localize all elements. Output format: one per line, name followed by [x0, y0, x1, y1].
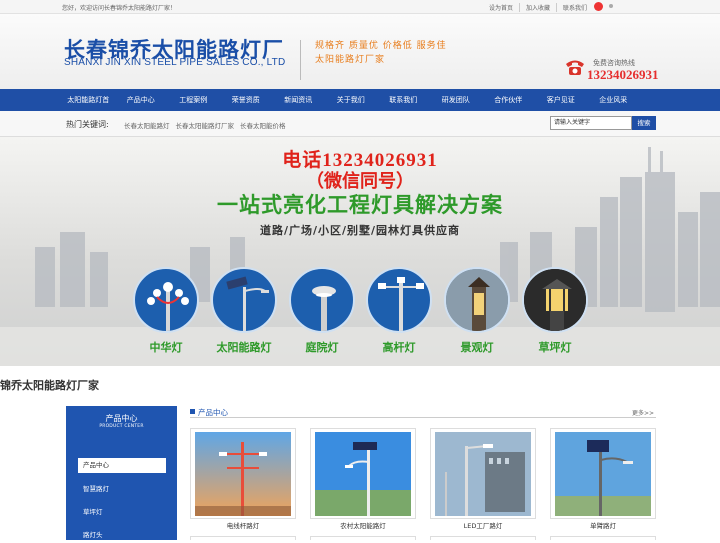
hot-keywords-label: 热门关键词: — [66, 120, 109, 129]
product-card[interactable] — [550, 428, 656, 519]
category-label[interactable]: 高杆灯 — [364, 339, 434, 355]
product-image — [555, 432, 651, 516]
category-image-garden-light[interactable] — [289, 267, 355, 333]
product-sidebar: 产品中心 PRODUCT CENTER 产品中心 智慧路灯 草坪灯 路灯头 — [66, 406, 177, 540]
section-title: 锦乔太阳能路灯厂家 — [0, 379, 99, 392]
banner-slogan: 一站式亮化工程灯具解决方案 — [217, 193, 503, 217]
keyword-bar: 热门关键词: 长春太阳能路灯 长春太阳能路灯厂家 长春太阳能价格 请输入关键字 … — [0, 111, 720, 137]
category-image-chinese-lamp[interactable] — [133, 267, 199, 333]
banner-subtitle: 道路/广场/小区/别墅/园林灯具供应商 — [259, 224, 461, 237]
sidebar-title: 产品中心 — [105, 414, 138, 423]
product-name[interactable]: 电线杆路灯 — [190, 520, 296, 530]
contact-us-link[interactable]: 联系我们 — [556, 3, 593, 12]
sidebar-item-products[interactable]: 产品中心 — [78, 458, 166, 473]
more-link[interactable]: 更多>> — [632, 408, 654, 417]
site-header: 长春锦乔太阳能路灯厂 SHANXI JIN XIN STEEL PIPE SAL… — [0, 14, 720, 89]
nav-news[interactable]: 新闻资讯 — [272, 89, 325, 111]
category-label[interactable]: 草坪灯 — [520, 339, 590, 355]
category-image-high-mast-light[interactable] — [366, 267, 432, 333]
square-icon — [190, 409, 195, 414]
hot-keywords: 长春太阳能路灯 长春太阳能路灯厂家 长春太阳能价格 — [124, 120, 286, 130]
add-favorite-link[interactable]: 加入收藏 — [519, 3, 556, 12]
main-nav: 太阳能路灯首 产品中心 工程案例 荣誉资质 新闻资讯 关于我们 联系我们 研发团… — [0, 89, 720, 111]
phone-icon — [566, 60, 584, 75]
nav-products[interactable]: 产品中心 — [115, 89, 168, 111]
sidebar-item-lawn-light[interactable]: 草坪灯 — [78, 505, 166, 520]
product-name[interactable]: LED工厂路灯 — [430, 520, 536, 530]
keyword-link[interactable]: 长春太阳能价格 — [240, 120, 286, 130]
category-label[interactable]: 太阳能路灯 — [209, 339, 279, 355]
products-title: 产品中心 — [198, 408, 228, 417]
product-name[interactable]: 单臂路灯 — [550, 520, 656, 530]
search-input[interactable]: 请输入关键字 — [550, 116, 632, 130]
sidebar-item-lamp-head[interactable]: 路灯头 — [78, 528, 166, 543]
sidebar-header: 产品中心 PRODUCT CENTER — [66, 406, 177, 429]
slogan-quality: 规格齐 质量优 价格低 服务佳 — [315, 41, 447, 51]
nav-partners[interactable]: 合作伙伴 — [482, 89, 535, 111]
category-label[interactable]: 庭院灯 — [287, 339, 357, 355]
category-label[interactable]: 景观灯 — [442, 339, 512, 355]
top-links: 设为首页 加入收藏 联系我们 — [483, 3, 593, 12]
nav-contact[interactable]: 联系我们 — [377, 89, 430, 111]
category-image-landscape-light[interactable] — [444, 267, 510, 333]
welcome-text: 您好，欢迎访问长春锦乔太阳能路灯厂家！ — [62, 5, 177, 12]
logo-subtitle: SHANXI JIN XIN STEEL PIPE SALES CO., LTD — [64, 57, 286, 68]
product-card-next-row[interactable] — [190, 536, 296, 540]
sidebar-item-smart-light[interactable]: 智慧路灯 — [78, 482, 166, 497]
keyword-link[interactable]: 长春太阳能路灯厂家 — [176, 120, 235, 130]
products-header: 产品中心 更多>> — [190, 405, 656, 418]
keyword-link[interactable]: 长春太阳能路灯 — [124, 120, 170, 130]
product-image — [195, 432, 291, 516]
nav-rd-team[interactable]: 研发团队 — [430, 89, 483, 111]
product-card[interactable] — [190, 428, 296, 519]
product-card-next-row[interactable] — [550, 536, 656, 540]
product-card-next-row[interactable] — [430, 536, 536, 540]
category-image-solar-light[interactable] — [211, 267, 277, 333]
top-bar: 您好，欢迎访问长春锦乔太阳能路灯厂家！ 设为首页 加入收藏 联系我们 — [0, 0, 720, 14]
product-name[interactable]: 农村太阳能路灯 — [310, 520, 416, 530]
nav-about[interactable]: 关于我们 — [325, 89, 378, 111]
slogan-factory: 太阳能路灯厂家 — [315, 55, 386, 65]
category-image-lawn-light[interactable] — [522, 267, 588, 333]
category-label[interactable]: 中华灯 — [131, 339, 201, 355]
weibo-icon[interactable] — [594, 2, 603, 11]
product-card[interactable] — [310, 428, 416, 519]
search-button[interactable]: 搜索 — [632, 116, 656, 130]
nav-testimonials[interactable]: 客户见证 — [535, 89, 588, 111]
sidebar-subtitle: PRODUCT CENTER — [99, 424, 144, 429]
product-image — [315, 432, 411, 516]
nav-honors[interactable]: 荣誉资质 — [220, 89, 273, 111]
product-card-next-row[interactable] — [310, 536, 416, 540]
nav-culture[interactable]: 企业风采 — [587, 89, 640, 111]
hotline-number: 13234026931 — [587, 67, 659, 82]
set-homepage-link[interactable]: 设为首页 — [483, 3, 519, 12]
hero-banner[interactable]: 电话13234026931 （微信同号） 一站式亮化工程灯具解决方案 道路/广场… — [0, 137, 720, 366]
logo-divider — [300, 40, 301, 80]
nav-cases[interactable]: 工程案例 — [167, 89, 220, 111]
share-icon[interactable] — [609, 4, 613, 8]
product-image — [435, 432, 531, 516]
product-card[interactable] — [430, 428, 536, 519]
nav-home[interactable]: 太阳能路灯首 — [62, 89, 115, 111]
